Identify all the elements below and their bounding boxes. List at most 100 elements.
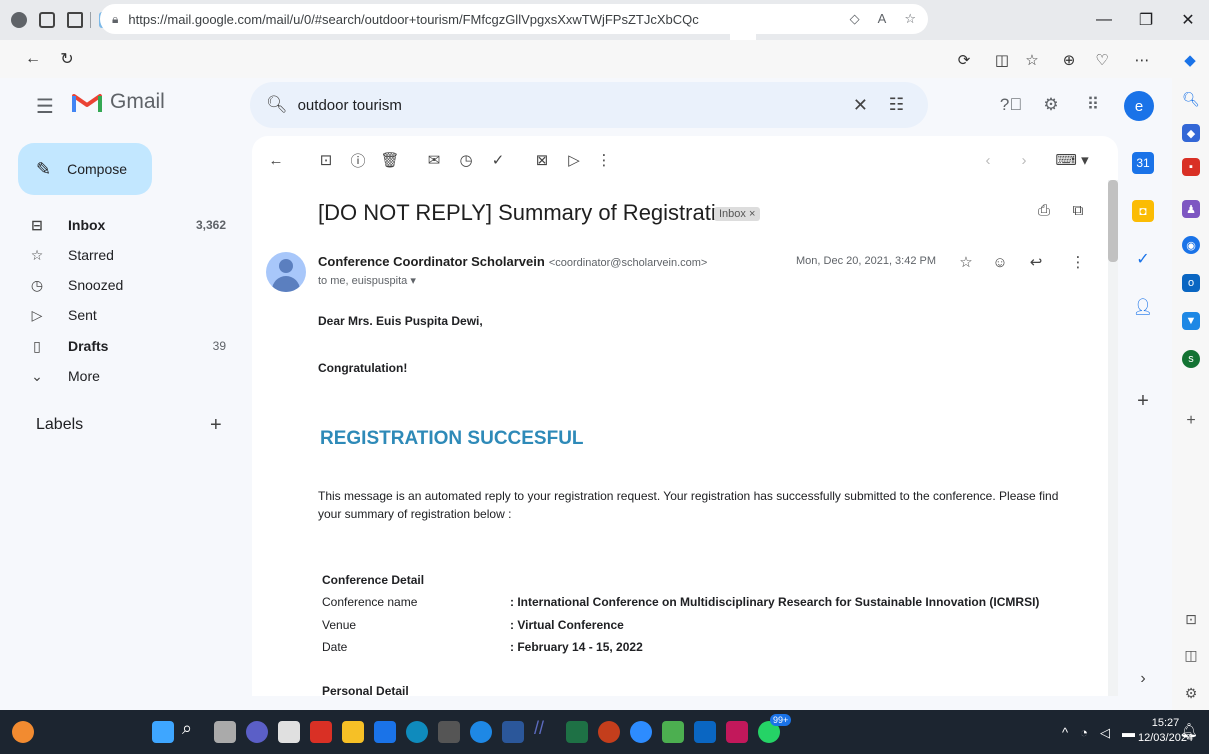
powerpoint-icon[interactable]	[598, 721, 620, 743]
calculator-icon[interactable]	[438, 721, 460, 743]
account-avatar[interactable]: e	[1124, 91, 1154, 121]
taskbar-search-icon[interactable]: ⌕	[182, 718, 204, 740]
edge-m365-icon[interactable]: ◉	[1182, 236, 1200, 254]
search-bar[interactable]: 🔍︎ outdoor tourism ✕ ☷	[250, 82, 928, 128]
wifi-icon[interactable]: ◔	[1080, 725, 1088, 741]
emoji-react-icon[interactable]: ☺	[988, 250, 1012, 274]
share-icon[interactable]: ◇	[850, 11, 860, 27]
edge-settings-icon[interactable]: ⚙	[1182, 684, 1200, 702]
move-to-icon[interactable]: ⊠	[530, 148, 554, 172]
older-icon[interactable]: ›	[1012, 148, 1036, 172]
volume-icon[interactable]: ◁	[1100, 725, 1110, 741]
copilot-icon[interactable]: ◆	[1178, 48, 1202, 72]
sidebar-item-starred[interactable]: ☆ Starred	[28, 240, 238, 270]
minimize-icon[interactable]: —	[1083, 0, 1125, 40]
back-icon[interactable]: ←	[16, 44, 50, 74]
edge-sidebar-toggle-icon[interactable]: ◫	[1182, 646, 1200, 664]
battery-icon[interactable]: ▬	[1122, 725, 1135, 741]
file-explorer-icon[interactable]	[342, 721, 364, 743]
clear-search-icon[interactable]: ✕	[853, 95, 868, 116]
url-text[interactable]: https://mail.google.com/mail/u/0/#search…	[128, 12, 698, 27]
open-new-window-icon[interactable]: ⧉	[1066, 198, 1090, 222]
scrollbar-thumb[interactable]	[1108, 180, 1118, 262]
edge-outlook-icon[interactable]: o	[1182, 274, 1200, 292]
search-icon[interactable]: 🔍︎	[266, 95, 288, 115]
main-menu-icon[interactable]: ☰	[36, 94, 54, 119]
sidebar-item-more[interactable]: ⌄ More	[28, 361, 238, 391]
more-vert-icon[interactable]: ⋮	[592, 148, 616, 172]
collections-icon[interactable]: ⊕	[1057, 48, 1081, 72]
start-icon[interactable]	[152, 721, 174, 743]
sender-name[interactable]: Conference Coordinator Scholarvein <coord…	[318, 254, 707, 269]
keep-icon[interactable]: ◘	[1132, 200, 1154, 222]
sidebar-item-drafts[interactable]: ▯ Drafts 39	[28, 331, 238, 361]
edge-search-icon[interactable]: 🔍︎	[1182, 90, 1200, 108]
contacts-icon[interactable]: 👤︎	[1132, 296, 1154, 318]
settings-gear-icon[interactable]: ⚙	[1038, 92, 1064, 118]
keyboard-icon[interactable]: ⌨ ▾	[1052, 148, 1092, 172]
calendar-icon[interactable]: 31	[1132, 152, 1154, 174]
chrome-icon[interactable]	[470, 721, 492, 743]
search-options-icon[interactable]: ☷	[889, 95, 904, 115]
sidebar-item-snoozed[interactable]: ◷ Snoozed	[28, 270, 238, 300]
zoom-icon[interactable]	[630, 721, 652, 743]
label-icon[interactable]: ▷	[562, 148, 586, 172]
reply-icon[interactable]: ↩	[1024, 250, 1048, 274]
more-options-icon[interactable]: ⋯	[1130, 48, 1154, 72]
read-aloud-icon[interactable]: A	[878, 11, 887, 27]
teams-icon[interactable]	[246, 721, 268, 743]
extensions-icon[interactable]: ⟳	[952, 48, 976, 72]
sidebar-item-sent[interactable]: ▷ Sent	[28, 300, 238, 330]
workspaces-icon[interactable]	[34, 7, 60, 33]
print-icon[interactable]: ⎙	[1032, 198, 1056, 222]
add-label-icon[interactable]: +	[210, 414, 222, 437]
edge-add-icon[interactable]: +	[1182, 412, 1200, 430]
mark-unread-icon[interactable]: ✉	[422, 148, 446, 172]
edge-taskbar-icon[interactable]	[406, 721, 428, 743]
tab-actions-icon[interactable]	[62, 7, 88, 33]
sidebar-item-inbox[interactable]: ⊟ Inbox 3,362	[28, 210, 238, 240]
delete-icon[interactable]: 🗑︎	[378, 148, 402, 172]
notification-bell-icon[interactable]: 🔔︎	[1180, 722, 1198, 739]
excel-icon[interactable]	[566, 721, 588, 743]
expand-panel-icon[interactable]: ›	[1132, 668, 1154, 690]
gmail-logo[interactable]: Gmail	[72, 90, 165, 114]
task-view-icon[interactable]	[214, 721, 236, 743]
more-vert-icon[interactable]: ⋮	[1066, 250, 1090, 274]
search-input[interactable]: outdoor tourism	[298, 97, 402, 114]
restore-icon[interactable]: ❐	[1125, 0, 1167, 40]
newer-icon[interactable]: ‹	[976, 148, 1000, 172]
archive-icon[interactable]: ⊡	[314, 148, 338, 172]
app-pink-icon[interactable]	[726, 721, 748, 743]
mail-app-icon[interactable]	[374, 721, 396, 743]
inbox-label-chip[interactable]: Inbox ×	[714, 207, 761, 221]
report-spam-icon[interactable]: ⓘ	[346, 148, 370, 172]
help-icon[interactable]: ?⃝	[998, 92, 1024, 118]
edge-shopping-icon[interactable]: ◆	[1182, 124, 1200, 142]
edge-screenshot-icon[interactable]: ⊡	[1182, 610, 1200, 628]
edge-tools-icon[interactable]: ▪	[1182, 158, 1200, 176]
url-bar[interactable]: 🔒︎ https://mail.google.com/mail/u/0/#sea…	[100, 4, 928, 34]
outlook-new-icon[interactable]	[694, 721, 716, 743]
photos-icon[interactable]	[662, 721, 684, 743]
star-email-icon[interactable]: ☆	[954, 250, 978, 274]
favorites-icon[interactable]: ☆	[1020, 48, 1044, 72]
get-addons-icon[interactable]: +	[1132, 390, 1154, 412]
apps-grid-icon[interactable]: ⠿	[1080, 92, 1106, 118]
edge-app-s-icon[interactable]: s	[1182, 350, 1200, 368]
app-slash-icon[interactable]: //	[534, 718, 556, 740]
profile-icon[interactable]	[6, 7, 32, 33]
close-window-icon[interactable]: ✕	[1167, 0, 1209, 40]
chevron-down-icon[interactable]: ▾	[410, 275, 416, 287]
system-tray[interactable]: ^ ◔ ◁ ▬	[1062, 725, 1135, 741]
widget-icon[interactable]	[12, 721, 34, 743]
snooze-icon[interactable]: ◷	[454, 148, 478, 172]
widgets-app-icon[interactable]	[278, 721, 300, 743]
favorite-star-icon[interactable]: ☆	[904, 11, 916, 27]
word-icon[interactable]	[502, 721, 524, 743]
lock-icon[interactable]: 🔒︎	[112, 12, 118, 27]
edge-drop-icon[interactable]: ▼	[1182, 312, 1200, 330]
tasks-icon[interactable]: ✓	[1132, 248, 1154, 270]
chevron-up-icon[interactable]: ^	[1062, 725, 1068, 741]
edge-games-icon[interactable]: ♟	[1182, 200, 1200, 218]
